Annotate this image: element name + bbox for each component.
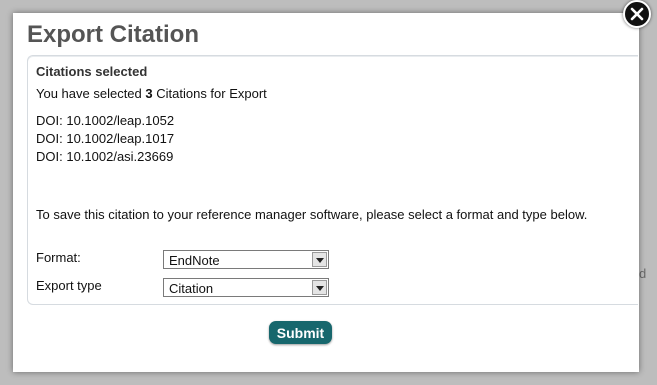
selected-prefix: You have selected: [36, 86, 146, 101]
close-icon: [630, 7, 644, 21]
submit-button[interactable]: Submit: [269, 321, 332, 344]
selected-count: 3: [145, 86, 153, 101]
doi-item: DOI: 10.1002/leap.1017: [36, 131, 175, 146]
export-type-label: Export type: [36, 278, 102, 293]
selected-count-text: You have selected 3 Citations for Export: [36, 86, 267, 101]
chevron-down-icon[interactable]: [312, 252, 327, 267]
doi-item: DOI: 10.1002/asi.23669: [36, 149, 174, 164]
format-select[interactable]: EndNote: [163, 250, 329, 269]
export-citation-dialog: Export Citation Citations selected You h…: [13, 13, 639, 372]
format-label: Format:: [36, 250, 81, 265]
dialog-title: Export Citation: [27, 21, 199, 48]
close-button[interactable]: [623, 0, 651, 28]
format-select-value: EndNote: [169, 253, 220, 268]
backdrop-partial-text: d: [639, 266, 647, 281]
export-type-select-value: Citation: [169, 281, 214, 296]
citations-panel: Citations selected You have selected 3 C…: [27, 55, 638, 305]
export-type-select[interactable]: Citation: [163, 278, 329, 297]
selected-suffix: Citations for Export: [152, 86, 267, 101]
doi-list: DOI: 10.1002/leap.1052 DOI: 10.1002/leap…: [36, 112, 174, 166]
citations-heading: Citations selected: [36, 64, 148, 79]
doi-item: DOI: 10.1002/leap.1052: [36, 113, 175, 128]
chevron-down-icon[interactable]: [312, 280, 327, 295]
export-instructions: To save this citation to your reference …: [36, 207, 588, 222]
